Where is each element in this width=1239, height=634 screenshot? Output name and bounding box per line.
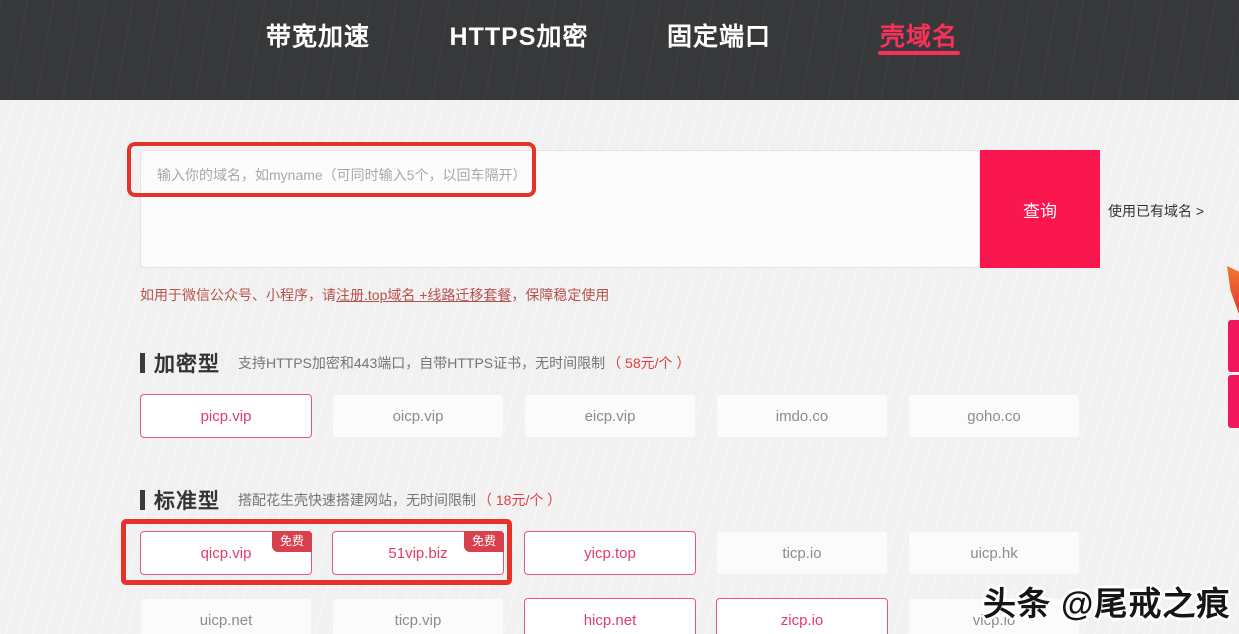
domain-card-eicp-vip[interactable]: eicp.vip bbox=[524, 394, 696, 438]
notice-suffix: ，保障稳定使用 bbox=[511, 287, 610, 303]
query-button[interactable]: 查询 bbox=[980, 150, 1100, 268]
domain-name: goho.co bbox=[967, 407, 1021, 425]
domain-card-hicp-net[interactable]: hicp.net bbox=[524, 598, 696, 634]
main-content: 查询 使用已有域名 > 如用于微信公众号、小程序，请注册.top域名 +线路迁移… bbox=[0, 100, 1239, 634]
section-marker bbox=[140, 490, 145, 510]
free-badge: 免费 bbox=[271, 531, 312, 552]
domain-row-encrypted: picp.vip oicp.vip eicp.vip imdo.co goho.… bbox=[140, 394, 1100, 438]
nav-tab-label: 壳域名 bbox=[879, 23, 959, 51]
domain-card-ticp-io[interactable]: ticp.io bbox=[716, 531, 888, 575]
section-desc: 搭配花生壳快速搭建网站，无时间限制 bbox=[238, 492, 476, 508]
domain-card-ticp-vip[interactable]: ticp.vip bbox=[332, 598, 504, 634]
domain-row-standard-2: uicp.net ticp.vip hicp.net zicp.io vicp.… bbox=[140, 598, 1100, 634]
domain-card-yicp-top[interactable]: yicp.top bbox=[524, 531, 696, 575]
domain-name: qicp.vip bbox=[200, 544, 252, 562]
domain-card-51vip-biz[interactable]: 免费 51vip.biz bbox=[332, 531, 504, 575]
domain-name: oicp.vip bbox=[392, 407, 444, 425]
domain-card-picp-vip[interactable]: picp.vip bbox=[140, 394, 312, 438]
domain-card-zicp-io[interactable]: zicp.io bbox=[716, 598, 888, 634]
section-title: 加密型 bbox=[154, 353, 220, 376]
domain-name: eicp.vip bbox=[584, 407, 636, 425]
toutiao-watermark: 头条 @尾戒之痕 bbox=[983, 585, 1231, 622]
section-title: 标准型 bbox=[154, 490, 220, 513]
domain-card-uicp-net[interactable]: uicp.net bbox=[140, 598, 312, 634]
nav-tab-shell-domain[interactable]: 壳域名 bbox=[877, 17, 960, 55]
section-price: （ 18元/个 ） bbox=[478, 492, 562, 508]
active-tab-underline bbox=[877, 51, 960, 55]
nav-tab-bandwidth[interactable]: 带宽加速 bbox=[266, 17, 370, 53]
section-encrypted-header: 加密型 支持HTTPS加密和443端口，自带HTTPS证书，无时间限制 （ 58… bbox=[140, 348, 690, 378]
notice-prefix: 如用于微信公众号、小程序，请 bbox=[140, 287, 336, 303]
wechat-notice: 如用于微信公众号、小程序，请注册.top域名 +线路迁移套餐，保障稳定使用 bbox=[140, 285, 609, 305]
floating-flag-icon bbox=[1227, 266, 1239, 314]
domain-name: yicp.top bbox=[584, 544, 636, 562]
domain-card-oicp-vip[interactable]: oicp.vip bbox=[332, 394, 504, 438]
domain-name: ticp.vip bbox=[394, 611, 442, 629]
use-existing-domain-link[interactable]: 使用已有域名 > bbox=[1108, 201, 1204, 221]
domain-name: imdo.co bbox=[775, 407, 829, 425]
domain-name: zicp.io bbox=[780, 611, 824, 629]
domain-search-input[interactable] bbox=[140, 150, 980, 268]
domain-card-imdo-co[interactable]: imdo.co bbox=[716, 394, 888, 438]
register-top-domain-link[interactable]: 注册.top域名 +线路迁移套餐 bbox=[336, 287, 511, 303]
floating-sidebar-item-1[interactable] bbox=[1228, 320, 1239, 372]
domain-name: ticp.io bbox=[782, 544, 822, 562]
nav-tab-https[interactable]: HTTPS加密 bbox=[450, 17, 589, 53]
domain-card-goho-co[interactable]: goho.co bbox=[908, 394, 1080, 438]
domain-name: picp.vip bbox=[200, 407, 252, 425]
domain-row-standard-1: 免费 qicp.vip 免费 51vip.biz yicp.top ticp.i… bbox=[140, 531, 1100, 575]
domain-name: 51vip.biz bbox=[388, 544, 448, 562]
domain-card-uicp-hk[interactable]: uicp.hk bbox=[908, 531, 1080, 575]
top-nav-bar: 带宽加速 HTTPS加密 固定端口 壳域名 bbox=[0, 0, 1239, 100]
domain-card-qicp-vip[interactable]: 免费 qicp.vip bbox=[140, 531, 312, 575]
free-badge: 免费 bbox=[463, 531, 504, 552]
section-standard-header: 标准型 搭配花生壳快速搭建网站，无时间限制 （ 18元/个 ） bbox=[140, 485, 561, 515]
section-price: （ 58元/个 ） bbox=[607, 355, 691, 371]
domain-name: hicp.net bbox=[583, 611, 637, 629]
domain-name: uicp.net bbox=[199, 611, 253, 629]
page: 带宽加速 HTTPS加密 固定端口 壳域名 查询 使用已有域名 > 如用于微信公… bbox=[0, 0, 1239, 634]
section-marker bbox=[140, 353, 145, 373]
nav-tab-fixed-port[interactable]: 固定端口 bbox=[667, 17, 771, 53]
floating-sidebar-item-2[interactable] bbox=[1228, 375, 1239, 428]
domain-name: uicp.hk bbox=[970, 544, 1018, 562]
section-desc: 支持HTTPS加密和443端口，自带HTTPS证书，无时间限制 bbox=[238, 355, 606, 371]
